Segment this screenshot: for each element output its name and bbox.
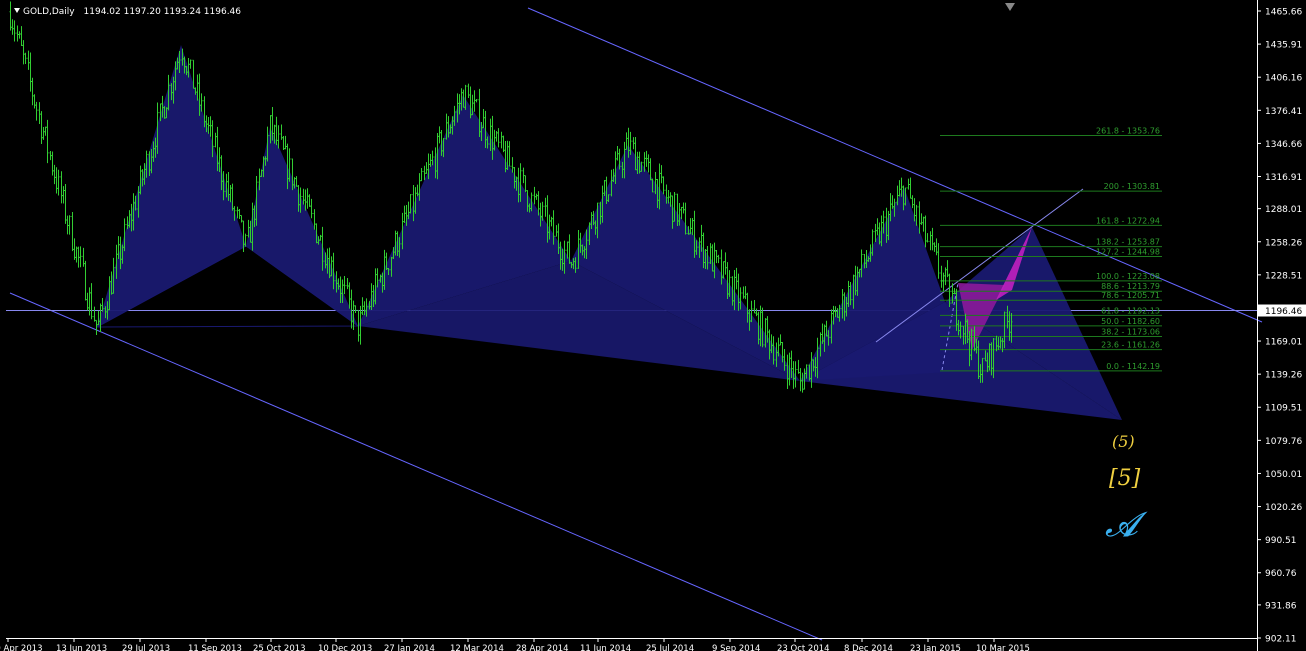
- high-value: 1197.20: [123, 7, 161, 17]
- y-tick-label: 1435.91: [1265, 41, 1302, 51]
- low-value: 1193.24: [163, 7, 201, 17]
- x-tick-label: 13 Jun 2013: [56, 644, 107, 651]
- wave-label-paren: (5): [1112, 432, 1135, 451]
- y-tick-label: 1376.41: [1265, 107, 1302, 117]
- y-tick-label: 990.51: [1265, 536, 1297, 546]
- x-tick-label: 10 Dec 2013: [318, 644, 372, 651]
- chart-window[interactable]: 261.8 - 1353.76 200 - 1303.81 161.8 - 1272…: [0, 0, 1306, 651]
- x-tick-label: 30 Apr 2013: [0, 644, 43, 651]
- y-tick-label: 1258.26: [1265, 238, 1302, 248]
- y-tick-label: 1139.26: [1265, 371, 1302, 381]
- fib-level-label: 138.2 - 1253.87: [1096, 238, 1160, 247]
- price-axis: 1465.66 1435.91 1406.16 1376.41 1346.66 1316.…: [1257, 0, 1306, 651]
- fib-level-label: 127.2 - 1244.98: [1096, 248, 1160, 257]
- fib-level-label: 38.2 - 1173.06: [1101, 328, 1160, 337]
- y-tick-label: 960.76: [1265, 569, 1297, 579]
- y-tick-label: 1465.66: [1265, 8, 1302, 18]
- x-tick-label: 11 Sep 2013: [188, 644, 242, 651]
- y-tick-label: 1109.51: [1265, 404, 1302, 414]
- x-tick-label: 23 Jan 2015: [910, 644, 961, 651]
- fib-level-label: 88.6 - 1213.79: [1101, 282, 1160, 291]
- shift-marker-icon[interactable]: [1005, 3, 1015, 11]
- x-tick-label: 23 Oct 2014: [777, 644, 830, 651]
- time-axis: 30 Apr 2013 13 Jun 2013 29 Jul 2013 11 Sep …: [0, 638, 1257, 651]
- y-tick-label: 1316.91: [1265, 173, 1302, 183]
- x-tick-label: 25 Oct 2013: [253, 644, 306, 651]
- y-tick-label: 1288.01: [1265, 205, 1302, 215]
- close-value: 1196.46: [203, 7, 242, 17]
- y-tick-label: 1050.01: [1265, 470, 1302, 480]
- current-price-label: 1196.46: [1265, 307, 1302, 317]
- fib-level-label: 161.8 - 1272.94: [1096, 216, 1160, 225]
- x-tick-label: 11 Jun 2014: [580, 644, 631, 651]
- y-tick-label: 931.86: [1265, 601, 1297, 611]
- wave-label-bracket: [5]: [1109, 466, 1141, 491]
- y-tick-label: 1346.66: [1265, 140, 1302, 150]
- y-tick-label: 1169.01: [1265, 338, 1302, 348]
- symbol-label: GOLD,Daily: [23, 7, 75, 17]
- fib-level-label: 78.6 - 1205.71: [1101, 291, 1160, 300]
- x-tick-label: 29 Jul 2013: [122, 644, 170, 651]
- y-tick-label: 1406.16: [1265, 74, 1302, 84]
- pattern-triangle: [246, 127, 358, 326]
- x-tick-label: 10 Mar 2015: [976, 644, 1030, 651]
- chart-header: GOLD,Daily 1194.02 1197.20 1193.24 1196.…: [14, 7, 241, 17]
- fib-level-label: 261.8 - 1353.76: [1096, 126, 1160, 135]
- fib-level-label: 23.6 - 1161.26: [1101, 341, 1160, 350]
- x-tick-label: 27 Jan 2014: [384, 644, 435, 651]
- fib-level-label: 50.0 - 1182.60: [1101, 317, 1160, 326]
- x-tick-label: 25 Jul 2014: [646, 644, 694, 651]
- x-tick-label: 8 Dec 2014: [844, 644, 893, 651]
- x-tick-label: 9 Sep 2014: [712, 644, 760, 651]
- fib-level-label: 100.0 - 1223.08: [1096, 272, 1160, 281]
- fib-level-label: 61.8 - 1192.13: [1101, 306, 1160, 315]
- menu-triangle-icon[interactable]: [14, 8, 20, 13]
- price-chart[interactable]: 261.8 - 1353.76 200 - 1303.81 161.8 - 1272…: [0, 0, 1306, 651]
- y-tick-label: 902.11: [1265, 635, 1297, 645]
- x-tick-label: 28 Apr 2014: [516, 644, 569, 651]
- fib-level-label: 200 - 1303.81: [1104, 182, 1160, 191]
- y-tick-label: 1079.76: [1265, 437, 1302, 447]
- ewave-logo-icon: 𝓐: [1105, 505, 1138, 545]
- fib-level-label: 0.0 - 1142.19: [1106, 362, 1160, 371]
- x-tick-label: 12 Mar 2014: [450, 644, 504, 651]
- open-value: 1194.02: [83, 7, 121, 17]
- y-tick-label: 1020.26: [1265, 503, 1302, 513]
- y-tick-label: 1228.51: [1265, 271, 1302, 281]
